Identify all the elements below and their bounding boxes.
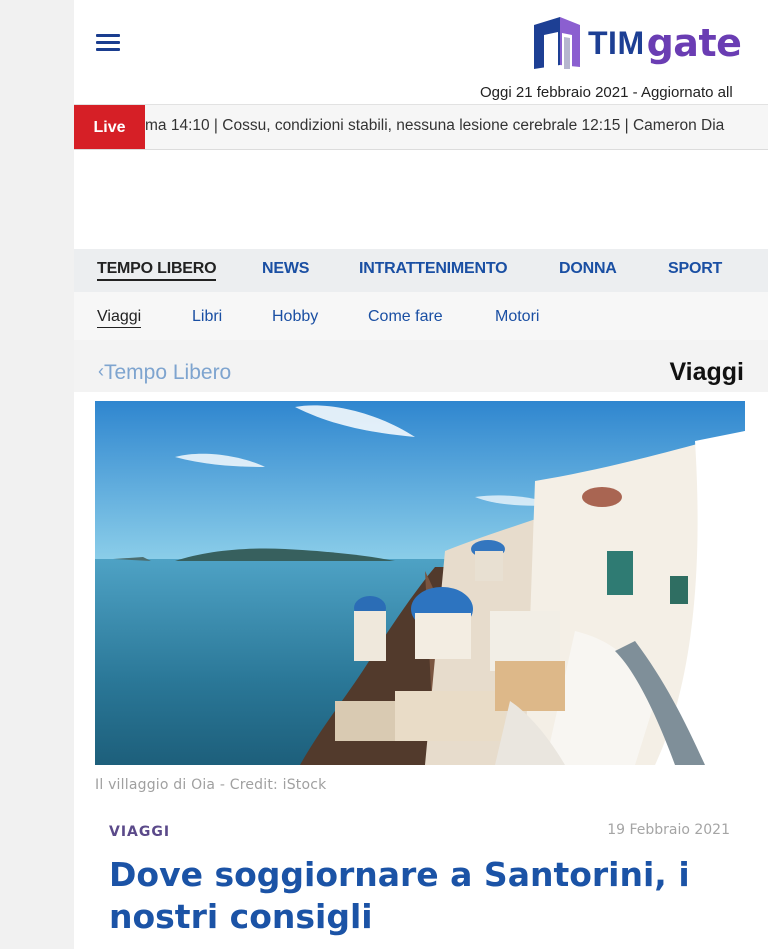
subnav-motori[interactable]: Motori: [495, 308, 539, 326]
section-title: Viaggi: [669, 358, 744, 386]
nav-donna[interactable]: DONNA: [559, 260, 617, 278]
hero-image[interactable]: [95, 401, 745, 765]
live-badge[interactable]: Live: [74, 105, 145, 149]
timgate-logo[interactable]: TIM gate: [530, 12, 742, 74]
nav-intrattenimento[interactable]: INTRATTENIMENTO: [359, 260, 508, 278]
sub-navigation: Viaggi Libri Hobby Come fare Motori: [74, 292, 768, 340]
image-caption: Il villaggio di Oia - Credit: iStock: [95, 777, 327, 793]
logo-text-gate: gate: [646, 21, 742, 65]
logo-text-tim: TIM: [588, 24, 645, 61]
main-navigation: TEMPO LIBERO NEWS INTRATTENIMENTO DONNA …: [74, 249, 768, 292]
nav-tempo-libero[interactable]: TEMPO LIBERO: [97, 260, 217, 281]
article-date: 19 Febbraio 2021: [607, 822, 730, 838]
subnav-hobby[interactable]: Hobby: [272, 308, 318, 326]
chevron-left-icon: ‹: [98, 361, 104, 381]
article-card: Il villaggio di Oia - Credit: iStock VIA…: [74, 392, 768, 949]
hamburger-menu-icon[interactable]: [96, 34, 120, 52]
date-update-line: Oggi 21 febbraio 2021 - Aggiornato all: [480, 84, 733, 101]
nav-sport[interactable]: SPORT: [668, 260, 722, 278]
breadcrumb: ‹Tempo Libero Viaggi: [74, 340, 768, 400]
timgate-logo-mark-icon: [534, 17, 580, 69]
back-link[interactable]: ‹Tempo Libero: [98, 361, 231, 385]
article-title[interactable]: Dove soggiornare a Santorini, i nostri c…: [109, 854, 749, 938]
nav-news[interactable]: NEWS: [262, 260, 309, 278]
subnav-libri[interactable]: Libri: [192, 308, 222, 326]
page: TIM gate Oggi 21 febbraio 2021 - Aggiorn…: [74, 0, 768, 949]
subnav-viaggi[interactable]: Viaggi: [97, 308, 142, 328]
ticker-text[interactable]: ma 14:10 | Cossu, condizioni stabili, ne…: [145, 117, 724, 135]
subnav-come-fare[interactable]: Come fare: [368, 308, 443, 326]
back-link-label: Tempo Libero: [104, 361, 232, 384]
news-ticker: Live ma 14:10 | Cossu, condizioni stabil…: [74, 104, 768, 150]
article-category[interactable]: VIAGGI: [109, 824, 170, 840]
